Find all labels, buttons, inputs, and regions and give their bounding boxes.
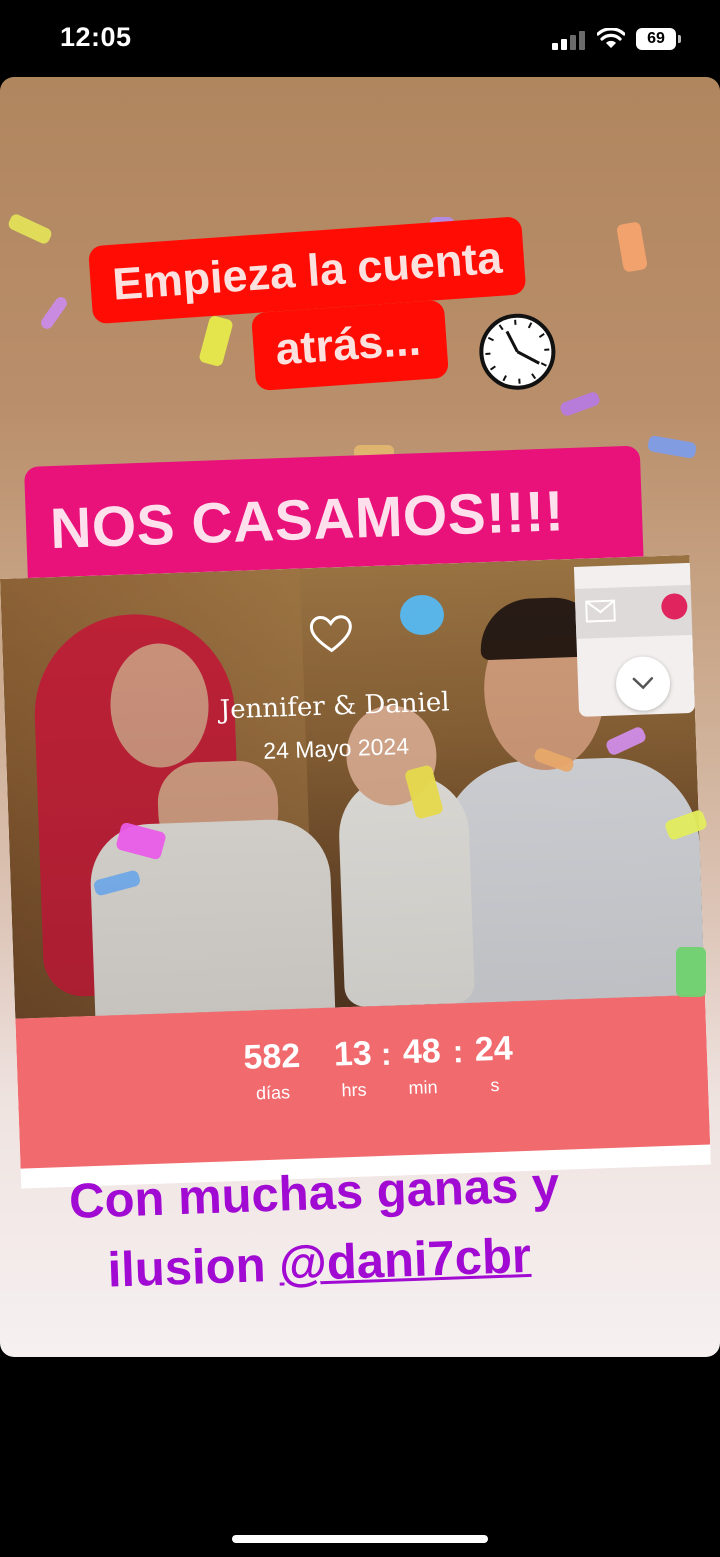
story-caption: Con muchas ganas y ilusion @dani7cbr — [68, 1146, 673, 1307]
battery-icon: 69 — [636, 28, 681, 50]
clock-icon — [479, 313, 556, 390]
signal-icon — [552, 30, 588, 50]
heart-icon — [309, 615, 352, 653]
couple-photo: Jennifer & Daniel 24 Mayo 2024 — [0, 554, 705, 1019]
home-indicator[interactable] — [232, 1535, 488, 1543]
confetti — [38, 294, 70, 332]
countdown-seconds: 24 s — [474, 1029, 514, 1096]
status-bar: 12:05 69 — [0, 0, 720, 78]
caption-prefix: ilusion — [106, 1237, 280, 1298]
countdown-hours: 13 hrs — [333, 1034, 373, 1101]
countdown-band: 582 días 13 hrs : 48 min : 24 s — [15, 994, 711, 1169]
sticker-text-line2: atrás... — [251, 299, 450, 392]
chevron-down-icon — [632, 677, 654, 690]
countdown-days: 582 días — [242, 1036, 301, 1104]
story-card[interactable]: Empieza la cuenta atrás... NOS CASAMOS!!… — [0, 77, 720, 1357]
confetti — [400, 595, 444, 635]
mail-icon[interactable] — [585, 599, 616, 623]
sticker-text-line1: Empieza la cuenta — [87, 216, 527, 325]
confetti — [646, 434, 698, 460]
status-time: 12:05 — [60, 22, 132, 52]
wedding-countdown-screenshot[interactable]: Jennifer & Daniel 24 Mayo 2024 582 días … — [0, 554, 711, 1189]
confetti — [616, 221, 648, 273]
wifi-icon — [597, 28, 625, 48]
countdown-sticker[interactable]: Empieza la cuenta atrás... — [80, 210, 622, 437]
countdown-minutes: 48 min — [402, 1031, 442, 1099]
sticker-main-text: NOS CASAMOS!!!! — [49, 479, 566, 562]
confetti — [6, 212, 54, 246]
mention-link[interactable]: @dani7cbr — [278, 1229, 532, 1292]
confetti — [676, 947, 706, 997]
scroll-down-button[interactable] — [615, 655, 671, 712]
